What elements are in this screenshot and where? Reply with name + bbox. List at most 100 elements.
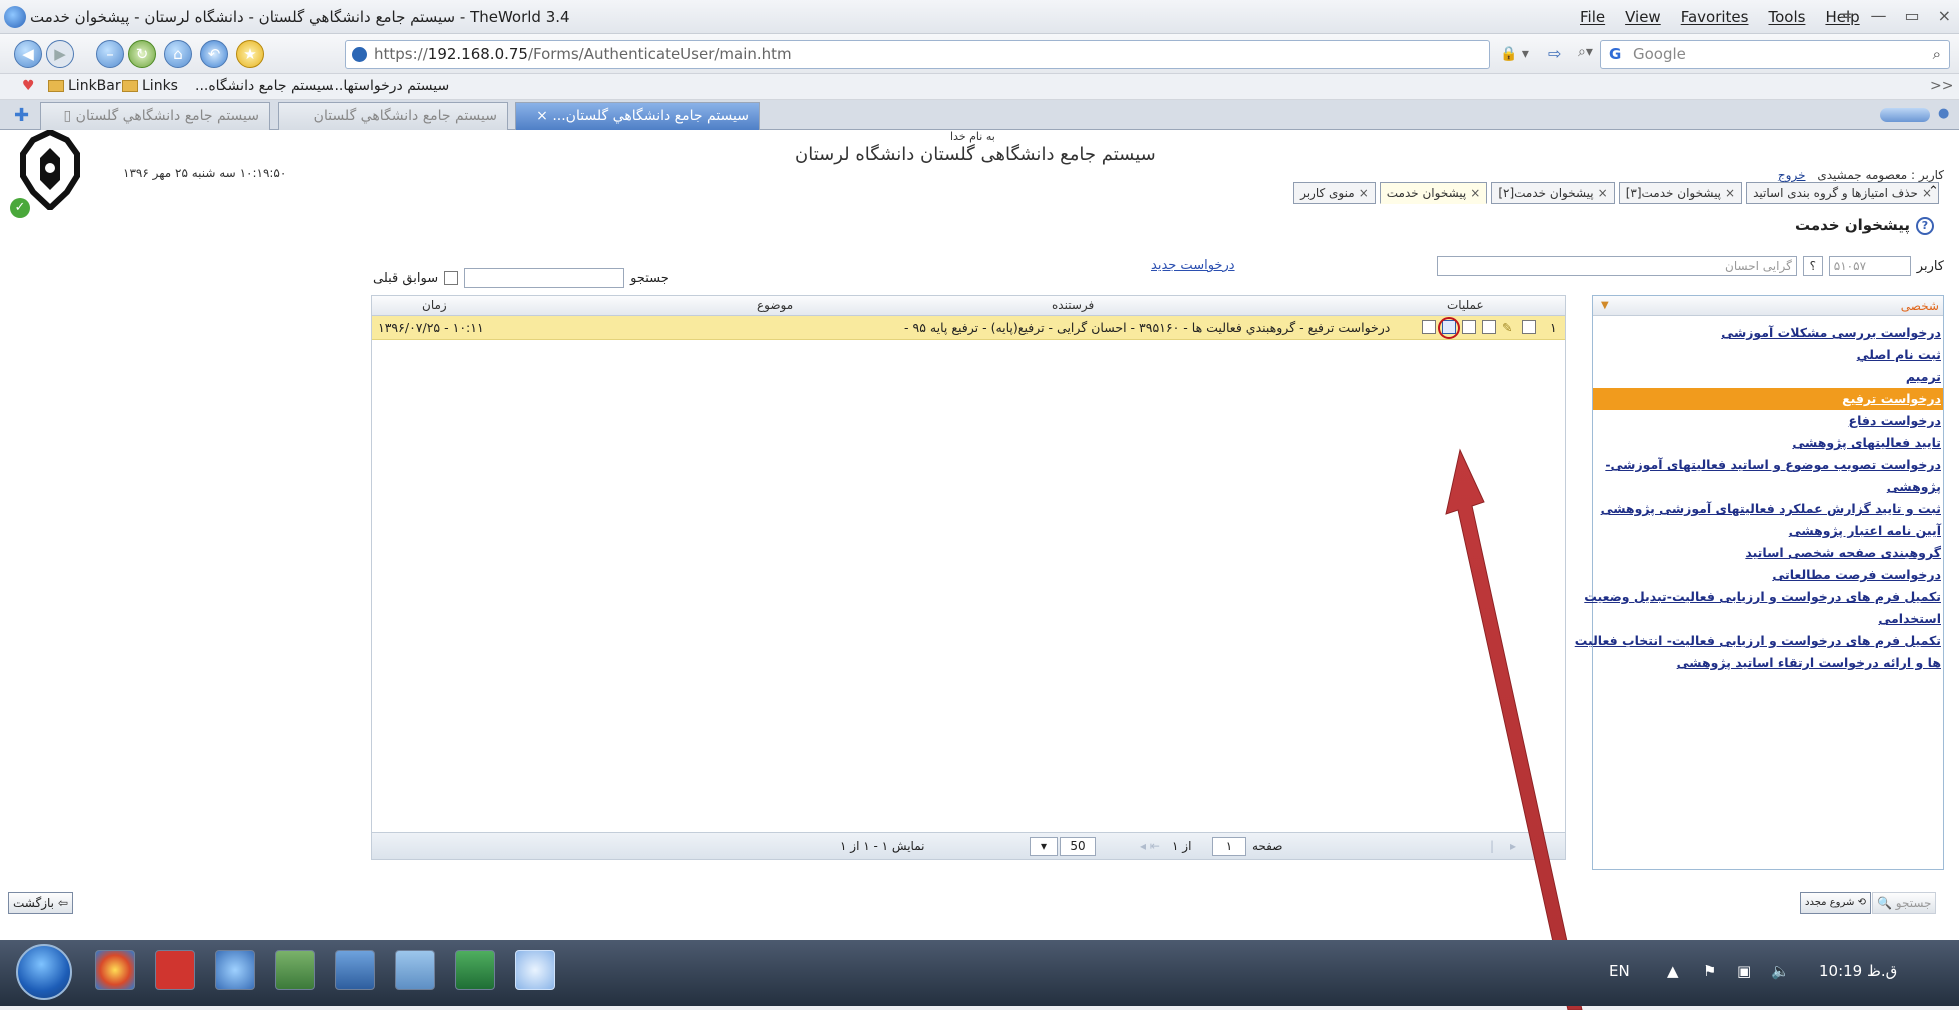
tab-menu-icon[interactable]: ●	[1938, 106, 1949, 121]
portal-tab-delete-points[interactable]: ×حذف امتیازها و گروه بندی اساتید	[1746, 182, 1939, 204]
logout-link[interactable]: خروج	[1778, 168, 1806, 182]
prev-page-icon[interactable]: ◂ ⇤	[1140, 839, 1160, 853]
help-icon[interactable]: ?	[1916, 216, 1934, 235]
menu-view[interactable]: View	[1625, 8, 1661, 26]
explorer-icon[interactable]	[395, 950, 435, 990]
portal-tab-service-desk[interactable]: ×پیشخوان خدمت	[1379, 182, 1488, 204]
folder-open-icon[interactable]	[1522, 320, 1536, 334]
search-engine-icon[interactable]: G	[1609, 41, 1621, 68]
sidebar-item[interactable]: درخواست بررسی مشکلات آموزشی	[1593, 322, 1943, 344]
history-checkbox[interactable]	[444, 271, 459, 285]
chevron-down-icon[interactable]: ▼	[1601, 296, 1609, 316]
portal-tab-service-desk-3[interactable]: ×پیشخوان خدمت[۳]	[1618, 182, 1743, 204]
browser-taskbar-icon[interactable]	[515, 950, 555, 990]
favorite-star-icon[interactable]: ★	[236, 40, 264, 68]
edit-pencil-icon[interactable]: ✎	[1502, 320, 1516, 335]
sidebar-item[interactable]: ترمیم	[1593, 366, 1943, 388]
sidebar-item[interactable]: درخواست دفاع	[1593, 410, 1943, 432]
close-button[interactable]: ×	[1938, 6, 1951, 25]
search-input[interactable]: G Google ⌕	[1600, 40, 1950, 69]
portal-tab-user-menu[interactable]: ×منوی کاربر	[1293, 182, 1376, 204]
back-button[interactable]: ⇦ بازگشت	[8, 892, 73, 914]
search-button[interactable]: جستجو 🔍	[1872, 892, 1937, 914]
sidebar-item[interactable]: ها و ارائه درخواست ارتقاء اساتید پژوهشی	[1593, 652, 1943, 674]
menu-file[interactable]: File	[1580, 8, 1605, 26]
portal-tab-service-desk-2[interactable]: ×پیشخوان خدمت[۲]	[1491, 182, 1615, 204]
flag-icon[interactable]: ⚑	[1703, 962, 1716, 980]
user-code-input[interactable]: ۵۱۰۵۷	[1828, 256, 1911, 276]
column-time[interactable]: زمان	[422, 298, 447, 312]
page-number-input[interactable]: ۱	[1212, 837, 1246, 856]
sidebar-item-selected[interactable]: درخواست ترفیع	[1593, 388, 1943, 410]
column-sender[interactable]: فرستنده	[1052, 298, 1094, 312]
excel-icon[interactable]	[455, 950, 495, 990]
clipboard-icon[interactable]	[1422, 320, 1436, 334]
sidebar-item[interactable]: ثبت و تایید گزارش عملکرد فعالیتهای آموزش…	[1593, 498, 1943, 520]
options-icon[interactable]: =	[1839, 6, 1852, 25]
menu-favorites[interactable]: Favorites	[1681, 8, 1749, 26]
back-arrow-icon[interactable]: ◀	[14, 40, 42, 68]
bookmarks-overflow[interactable]: >>	[1930, 78, 1953, 94]
folder-app-icon[interactable]	[335, 950, 375, 990]
network-tray-icon[interactable]: ▣	[1737, 962, 1751, 980]
sidebar-item[interactable]: آیین نامه اعتبار پژوهشی	[1593, 520, 1943, 542]
sidebar-item[interactable]: ثبت نام اصلي	[1593, 344, 1943, 366]
column-subject[interactable]: موضوع	[757, 298, 793, 312]
sidebar-item[interactable]: درخواست تصویب موضوع و اساتید فعالیتهای آ…	[1593, 454, 1943, 476]
browser-tab[interactable]: سیستم جامع دانشگاهي گلستان	[278, 102, 508, 130]
sidebar-item[interactable]: درخواست فرصت مطالعاتی	[1593, 564, 1943, 586]
show-hidden-icons[interactable]: ▲	[1667, 962, 1679, 980]
menu-tools[interactable]: Tools	[1768, 8, 1805, 26]
sidebar-item[interactable]: تکمیل فرم های درخواست و ارزیابی فعالیت-ت…	[1584, 586, 1943, 608]
browser-tab[interactable]: سیستم جامع دانشگاهي گلستان ▯	[40, 102, 270, 130]
refresh-icon[interactable]: ↻	[128, 40, 156, 68]
sidebar-item[interactable]: پژوهشی	[1593, 476, 1943, 498]
bookmark-linkbar[interactable]: LinkBar	[48, 78, 121, 94]
user-lookup-button[interactable]: ؟	[1802, 256, 1823, 276]
sidebar-item[interactable]: گروهبندی صفحه شخصی اساتید	[1593, 542, 1943, 564]
maximize-button[interactable]: ▭	[1904, 6, 1919, 25]
language-indicator[interactable]: EN	[1609, 962, 1630, 980]
undo-icon[interactable]: ↶	[200, 40, 228, 68]
document-icon[interactable]	[1462, 320, 1476, 334]
sidebar-item[interactable]: استخدامی	[1593, 608, 1943, 630]
browser-tab-active[interactable]: سیستم جامع دانشگاهي گلستان... ×	[515, 102, 760, 130]
address-bar[interactable]: https://192.168.0.75/Forms/AuthenticateU…	[345, 40, 1490, 69]
chevron-up-icon[interactable]: ⌃	[1928, 184, 1939, 199]
new-tab-plus-icon[interactable]: ✚	[14, 105, 29, 126]
search-icon[interactable]: ⌕	[1933, 41, 1941, 68]
security-lock-icon[interactable]: 🔒 ▾	[1500, 46, 1529, 62]
start-button[interactable]	[16, 944, 72, 1000]
table-row[interactable]: ۱ ✎ درخواست ترفیع - گروهبندي فعالیت ها -…	[372, 316, 1565, 340]
column-operations[interactable]: عملیات	[1447, 298, 1484, 312]
bookmark-links[interactable]: Links	[122, 78, 178, 94]
forward-arrow-icon[interactable]: ▶	[46, 40, 74, 68]
heart-icon[interactable]: ♥	[22, 78, 35, 94]
volume-icon[interactable]: 🔈	[1771, 962, 1790, 980]
grid-search-input[interactable]	[464, 268, 625, 288]
sidebar-item[interactable]: تکمیل فرم های درخواست و ارزیابی فعالیت- …	[1575, 630, 1943, 652]
restart-button[interactable]: ⟲ شروع مجدد	[1800, 892, 1871, 914]
minimize-button[interactable]: —	[1870, 6, 1886, 25]
sidebar-item[interactable]: تایید فعالیتهای پژوهشی	[1593, 432, 1943, 454]
search-options-icon[interactable]: ⌕▾	[1578, 44, 1593, 60]
stop-icon[interactable]: –	[96, 40, 124, 68]
chrome-icon[interactable]	[95, 950, 135, 990]
sidebar-header[interactable]: شخصی ▼	[1593, 296, 1943, 316]
attachment-icon[interactable]	[1482, 320, 1496, 334]
bookmark-requests-system[interactable]: سیستم درخواستها...	[330, 78, 449, 94]
home-icon[interactable]: ⌂	[164, 40, 192, 68]
new-request-link[interactable]: درخواست جدید	[1151, 258, 1235, 273]
mi-app-icon[interactable]	[155, 950, 195, 990]
requests-grid: عملیات فرستنده موضوع زمان ۱ ✎ درخواست تر…	[371, 295, 1566, 860]
url-prefix: https://	[374, 45, 428, 63]
app-icon[interactable]	[275, 950, 315, 990]
tab-scroll-indicator[interactable]	[1880, 108, 1930, 122]
page-size-input[interactable]: 50	[1060, 837, 1096, 856]
go-arrow-icon[interactable]: ⇨	[1548, 44, 1561, 63]
clock[interactable]: 10:19 ق.ظ	[1819, 962, 1897, 980]
search-placeholder: Google	[1633, 45, 1686, 63]
bookmark-university-system[interactable]: سیستم جامع دانشگاه...	[195, 78, 333, 94]
network-icon[interactable]	[215, 950, 255, 990]
page-size-dropdown[interactable]: ▾	[1030, 837, 1058, 856]
